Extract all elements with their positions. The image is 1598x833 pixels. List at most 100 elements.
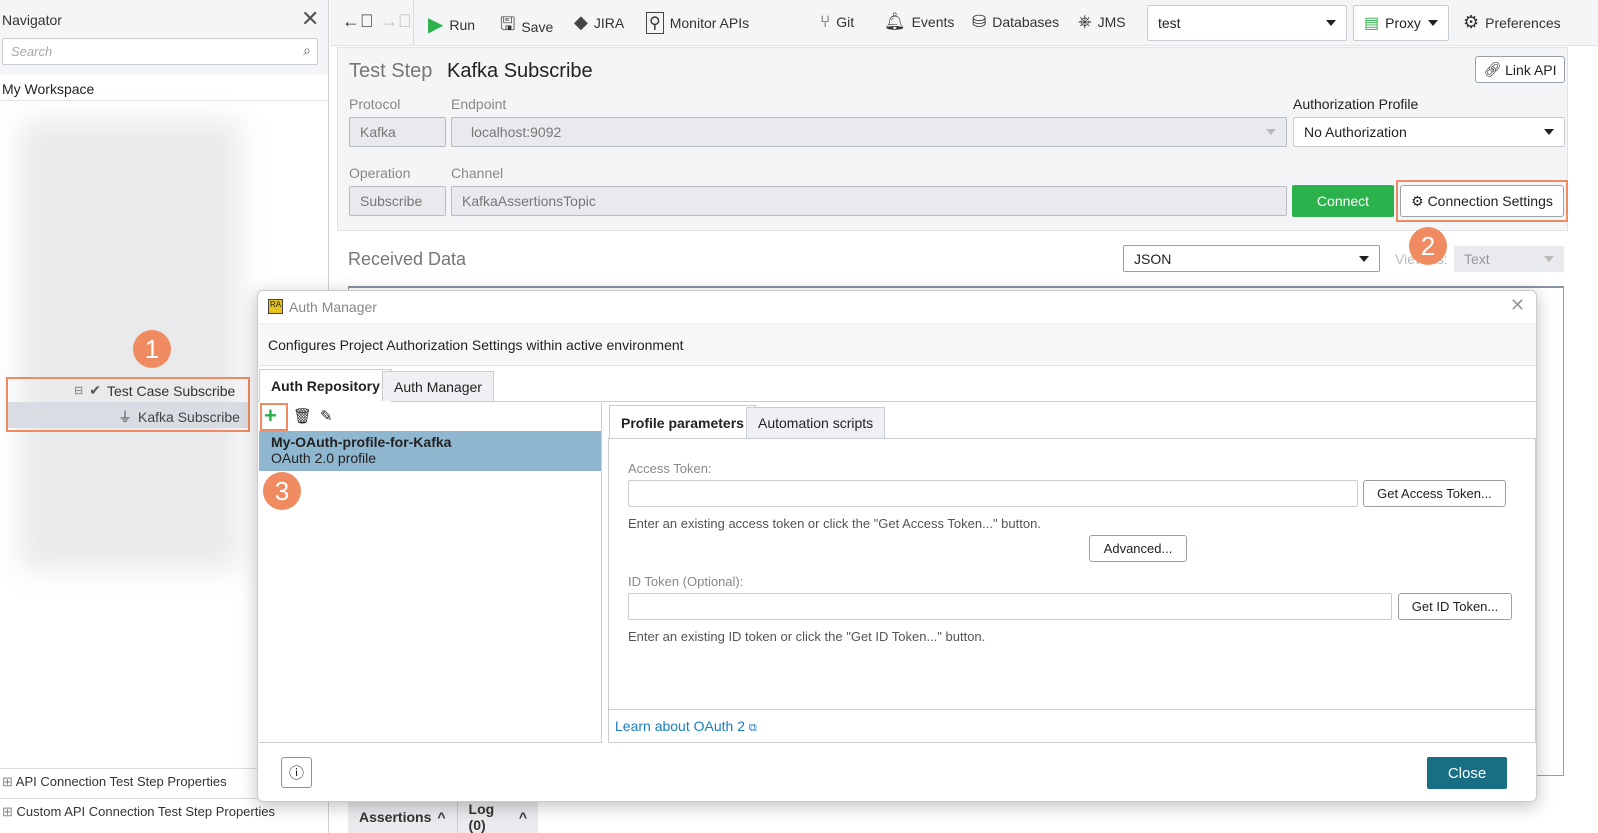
trash-icon[interactable]: 🗑︎ (293, 407, 312, 425)
external-link-icon: ⧉ (748, 722, 757, 734)
blurred-tree (20, 120, 240, 570)
events-button[interactable]: 🔔︎ Events (884, 12, 954, 32)
expand-icon[interactable]: ⊞ (2, 804, 17, 819)
save-button[interactable]: 🖫 Save (500, 12, 553, 42)
log-tab[interactable]: Log (0) ^ (458, 800, 538, 833)
learn-oauth-link[interactable]: Learn about OAuth 2 ⧉ (615, 718, 757, 735)
forward-icon[interactable]: →⃝ (380, 11, 412, 32)
id-token-input[interactable] (628, 593, 1392, 620)
app-logo-icon: RA (268, 299, 283, 314)
pencil-icon[interactable]: ✎ (320, 407, 333, 425)
bell-icon: 🔔︎ (884, 12, 906, 31)
link-icon: 🔗︎ (1483, 61, 1506, 77)
step-prefix: Test Step (349, 60, 433, 82)
play-icon: ▶ (428, 14, 444, 36)
chevron-down-icon (1428, 20, 1438, 26)
section-label: API Connection Test Step Properties (15, 774, 227, 789)
toolbar: ←⃝ →⃝ ▶ Run 🖫 Save ◆ JIRA ⚲ Monitor APIs ⑂ Gi… (330, 0, 1598, 46)
auth-manager-dialog: RA Auth Manager ✕ Configures Project Aut… (257, 290, 1537, 802)
auth-profile-select[interactable]: No Authorization (1293, 117, 1565, 147)
git-button[interactable]: ⑂ Git (820, 12, 854, 32)
gear-icon: ⚙ (1463, 12, 1480, 32)
channel-field: KafkaAssertionsTopic (451, 186, 1287, 216)
profile-type: OAuth 2.0 profile (271, 450, 377, 466)
tab-auth-repository[interactable]: Auth Repository (259, 369, 392, 402)
channel-value: KafkaAssertionsTopic (462, 193, 596, 209)
callout-3: 3 (263, 472, 301, 510)
monitor-apis-button[interactable]: ⚲ Monitor APIs (646, 12, 749, 34)
step-panel: Test Step Kafka Subscribe 🔗︎ Link API Pr… (337, 47, 1568, 231)
info-button[interactable]: ⓘ (281, 757, 312, 788)
learn-link-bar: Learn about OAuth 2 ⧉ (608, 710, 1536, 743)
events-label: Events (911, 14, 955, 30)
jms-button[interactable]: ⎈ JMS (1078, 12, 1126, 32)
log-label: Log (0) (468, 800, 495, 833)
link-api-label: Link API (1505, 61, 1557, 78)
databases-button[interactable]: ⛁ Databases (972, 12, 1059, 32)
tab-label: Automation scripts (758, 415, 874, 431)
proxy-server-icon: ▤ (1364, 15, 1380, 32)
tab-label: Profile parameters (621, 414, 744, 431)
tab-automation-scripts[interactable]: Automation scripts (746, 407, 886, 438)
tab-label: Auth Manager (394, 378, 482, 395)
run-button[interactable]: ▶ Run (428, 12, 475, 37)
git-icon: ⑂ (820, 12, 831, 31)
assertions-tab[interactable]: Assertions ^ (348, 800, 458, 833)
environment-select[interactable]: test (1147, 5, 1347, 41)
link-api-button[interactable]: 🔗︎ Link API (1475, 56, 1565, 83)
proxy-select[interactable]: ▤ Proxy (1353, 5, 1449, 41)
channel-label: Channel (451, 165, 504, 181)
tab-label: Auth Repository (271, 378, 380, 394)
jira-button[interactable]: ◆ JIRA (574, 12, 624, 33)
jira-icon: ◆ (574, 12, 588, 32)
monitor-label: Monitor APIs (669, 15, 750, 31)
proxy-label: Proxy (1385, 15, 1421, 31)
chevron-down-icon (1359, 255, 1369, 262)
close-icon[interactable]: ✕ (301, 6, 319, 32)
auth-profile-value: No Authorization (1304, 124, 1407, 140)
chevron-down-icon (1266, 129, 1276, 135)
profile-parameters-panel: Access Token: Get Access Token... Enter … (608, 438, 1536, 710)
tab-auth-manager[interactable]: Auth Manager (382, 371, 494, 401)
get-access-token-button[interactable]: Get Access Token... (1363, 480, 1506, 507)
git-label: Git (836, 14, 855, 30)
id-token-hint: Enter an existing ID token or click the … (628, 629, 986, 644)
access-token-label: Access Token: (628, 461, 712, 476)
format-select[interactable]: JSON (1123, 245, 1380, 272)
profile-list-item[interactable]: My-OAuth-profile-for-Kafka OAuth 2.0 pro… (259, 431, 601, 471)
highlight-box-1 (6, 377, 250, 432)
dialog-description: Configures Project Authorization Setting… (268, 337, 684, 353)
format-value: JSON (1134, 250, 1172, 267)
connect-button[interactable]: Connect (1292, 185, 1394, 217)
endpoint-field[interactable]: localhost:9092 (451, 117, 1287, 147)
search-icon: ⌕ (303, 42, 311, 58)
dialog-description-bar: Configures Project Authorization Setting… (258, 323, 1536, 366)
operation-value: Subscribe (360, 193, 423, 209)
access-token-input[interactable] (628, 480, 1358, 507)
tab-profile-parameters[interactable]: Profile parameters (609, 405, 756, 439)
step-title: Kafka Subscribe (447, 60, 593, 82)
view-value: Text (1464, 251, 1490, 267)
bottom-tabs: Assertions ^ Log (0) ^ (348, 800, 538, 833)
close-icon[interactable]: ✕ (1510, 295, 1525, 316)
protocol-label: Protocol (349, 96, 401, 112)
close-button[interactable]: Close (1427, 757, 1507, 789)
chevron-down-icon (1544, 129, 1554, 135)
navigator-search-input[interactable]: Search ⌕ (2, 38, 318, 65)
advanced-button[interactable]: Advanced... (1089, 535, 1187, 562)
workspace-row[interactable]: My Workspace (0, 77, 328, 101)
workspace-label: My Workspace (2, 81, 95, 97)
preferences-button[interactable]: ⚙ Preferences (1463, 12, 1561, 33)
jms-icon: ⎈ (1078, 12, 1092, 31)
expand-icon[interactable]: ⊞ (2, 774, 16, 789)
back-icon[interactable]: ←⃝ (342, 11, 374, 32)
save-label: Save (521, 19, 554, 35)
run-label: Run (449, 16, 476, 33)
section-custom-props[interactable]: ⊞ Custom API Connection Test Step Proper… (0, 798, 328, 833)
get-id-token-button[interactable]: Get ID Token... (1398, 593, 1512, 620)
view-select[interactable]: Text (1454, 246, 1564, 272)
highlight-box-2 (1396, 180, 1568, 222)
profiles-pane: + 🗑︎ ✎ My-OAuth-profile-for-Kafka OAuth … (259, 403, 602, 743)
get-access-token-label: Get Access Token... (1377, 486, 1492, 501)
operation-label: Operation (349, 165, 411, 181)
